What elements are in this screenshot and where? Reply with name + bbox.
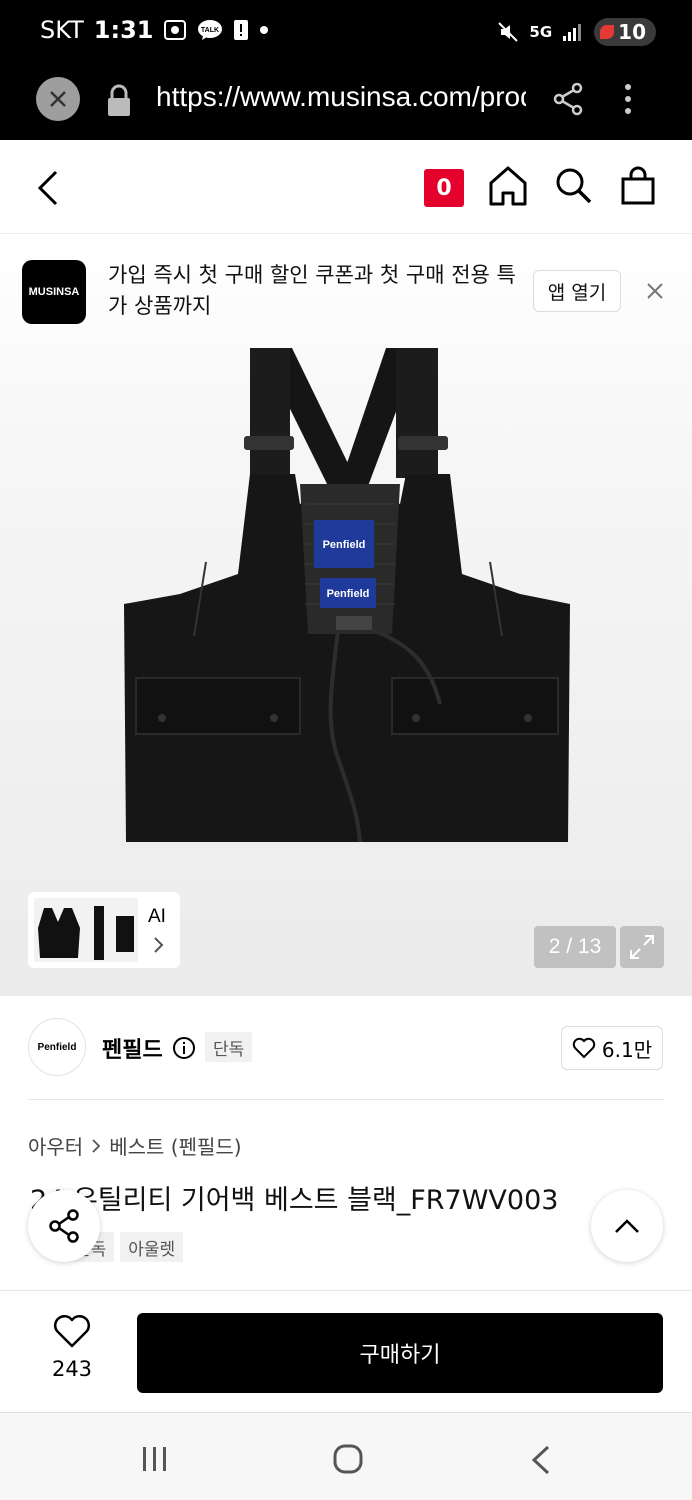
- close-icon: [50, 91, 66, 107]
- patch-brand-top: Penfield: [323, 539, 366, 551]
- breadcrumb: 아우터 베스트 (펜필드): [28, 1131, 242, 1160]
- scroll-top-button[interactable]: [591, 1190, 663, 1262]
- breadcrumb-item[interactable]: 베스트 (펜필드): [109, 1131, 241, 1160]
- search-icon[interactable]: [555, 167, 593, 209]
- clock: 1:31: [93, 16, 154, 44]
- ai-label: AI: [148, 906, 166, 927]
- lock-icon: [106, 84, 132, 122]
- talk-icon: TALK: [197, 19, 223, 41]
- browser-url-bar: https://www.musinsa.com/products: [0, 64, 692, 140]
- shopping-bag-icon[interactable]: [620, 166, 656, 210]
- product-image: Penfield Penfield: [124, 348, 570, 843]
- expand-icon: [630, 935, 654, 959]
- image-counter: 2 / 13: [534, 926, 616, 968]
- fullscreen-button[interactable]: [620, 926, 664, 968]
- close-tab-button[interactable]: [36, 77, 80, 121]
- share-icon: [49, 1209, 79, 1243]
- url-field[interactable]: https://www.musinsa.com/products: [156, 81, 526, 113]
- musinsa-logo: MUSINSA: [22, 260, 86, 324]
- product-title: 24 유틸리티 기어백 베스트 블랙_FR7WV003: [30, 1185, 559, 1216]
- purchase-action-bar: 243 구매하기: [0, 1290, 692, 1412]
- system-nav-bar: [0, 1412, 692, 1500]
- heart-icon: [54, 1315, 90, 1348]
- network-label: 5G: [529, 23, 553, 41]
- brand-like-button[interactable]: 6.1만: [561, 1026, 663, 1070]
- breadcrumb-item[interactable]: 아우터: [28, 1131, 83, 1160]
- wishlist-button[interactable]: 243: [30, 1315, 114, 1381]
- product-gallery[interactable]: MUSINSA 가입 즉시 첫 구매 할인 쿠폰과 첫 구매 전용 특가 상품까…: [0, 234, 692, 996]
- dot-icon: [259, 25, 269, 35]
- signal-icon: [562, 22, 584, 42]
- battery-saver-icon: [600, 25, 615, 39]
- exclusive-tag: 단독: [205, 1032, 253, 1062]
- open-app-button[interactable]: 앱 열기: [533, 270, 621, 312]
- buy-button[interactable]: 구매하기: [137, 1313, 663, 1393]
- status-bar: SKT 1:31 TALK 5G 10: [0, 0, 692, 64]
- heart-icon: [572, 1037, 596, 1059]
- brand-name[interactable]: 펜필드: [102, 1032, 163, 1064]
- thumbnail-images[interactable]: [34, 898, 138, 962]
- battery-indicator: 10: [594, 18, 656, 46]
- floating-share-button[interactable]: [28, 1190, 100, 1262]
- divider: [28, 1099, 664, 1100]
- app-install-banner: MUSINSA 가입 즉시 첫 구매 할인 쿠폰과 첫 구매 전용 특가 상품까…: [0, 234, 692, 350]
- back-arrow-icon[interactable]: [34, 168, 62, 212]
- carrier-label: SKT: [40, 16, 84, 44]
- more-menu-icon[interactable]: [622, 82, 634, 120]
- patch-brand-bottom: Penfield: [327, 588, 370, 600]
- chevron-right-icon: [152, 936, 164, 958]
- screenshot-icon: [163, 19, 187, 41]
- brand-like-count: 6.1만: [601, 1037, 653, 1062]
- status-left: SKT 1:31 TALK: [40, 16, 269, 44]
- svg-text:TALK: TALK: [201, 27, 219, 34]
- thumbnail-strip[interactable]: AI: [28, 892, 180, 968]
- share-icon[interactable]: [552, 82, 584, 120]
- home-nav-icon[interactable]: [332, 1443, 364, 1479]
- brand-row: Penfield 펜필드 단독 6.1만: [0, 996, 692, 1100]
- tag-outlet: 아울렛: [120, 1232, 184, 1262]
- back-nav-icon[interactable]: [530, 1445, 552, 1479]
- site-header: 0: [0, 140, 692, 234]
- banner-close-icon[interactable]: [644, 280, 666, 306]
- alert-icon: [233, 19, 249, 41]
- chevron-up-icon: [615, 1219, 639, 1233]
- mute-icon: [497, 21, 519, 43]
- chevron-right-icon: [92, 1138, 101, 1153]
- status-right: 5G 10: [497, 18, 656, 46]
- banner-message: 가입 즉시 첫 구매 할인 쿠폰과 첫 구매 전용 특가 상품까지: [108, 263, 516, 318]
- recent-apps-icon[interactable]: [140, 1445, 170, 1477]
- brand-logo[interactable]: Penfield: [28, 1018, 86, 1076]
- home-icon[interactable]: [488, 165, 528, 211]
- wishlist-count: 243: [51, 1357, 93, 1381]
- info-icon[interactable]: [172, 1036, 196, 1064]
- battery-level: 10: [618, 20, 646, 44]
- cart-count-badge[interactable]: 0: [424, 169, 464, 207]
